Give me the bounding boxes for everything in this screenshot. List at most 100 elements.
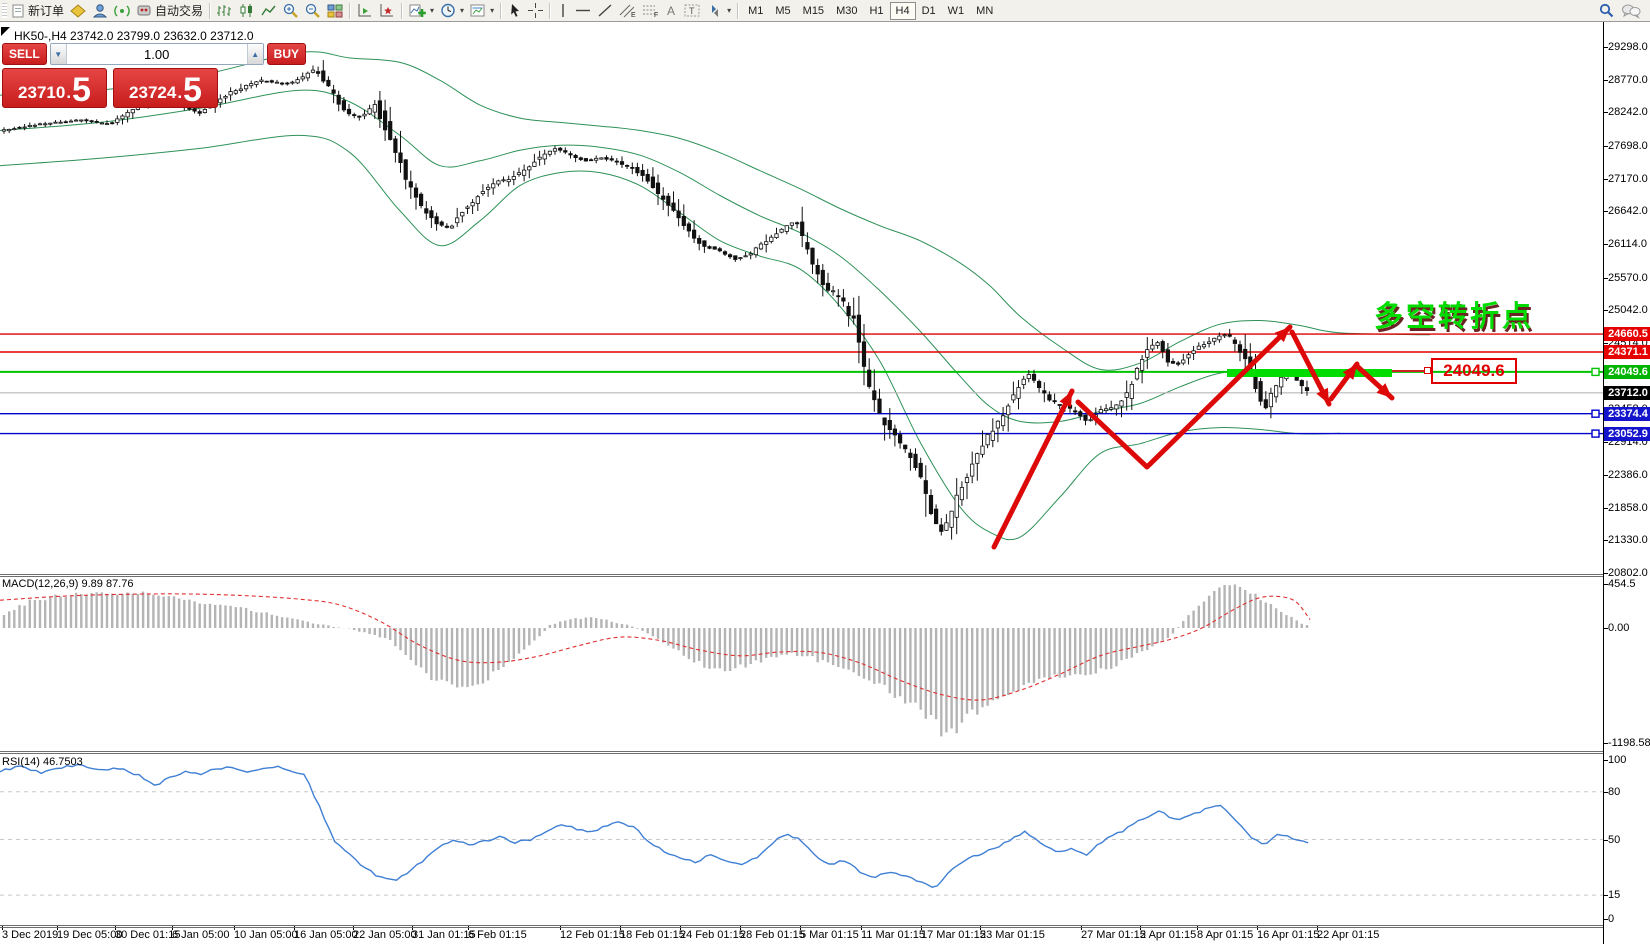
candle-body [857, 315, 860, 342]
level-endpoint-marker[interactable] [1592, 430, 1599, 437]
candle-body [131, 110, 134, 113]
crosshair-button[interactable] [525, 1, 546, 20]
candle-body [461, 212, 464, 216]
bars-chart-button[interactable] [214, 1, 236, 20]
candlestick-chart-icon [239, 3, 255, 18]
buy-price-display[interactable]: 23724.5 [113, 68, 218, 108]
tf-m30-button[interactable]: M30 [830, 2, 863, 20]
main-chart-pane[interactable] [0, 26, 1604, 574]
pane-separator[interactable] [0, 576, 1604, 577]
price-axis-label: 28242.0 [1608, 106, 1650, 118]
level-endpoint-marker[interactable] [1592, 410, 1599, 417]
chat-icon [1621, 3, 1641, 19]
candlestick-chart-button[interactable] [236, 1, 258, 20]
search-button[interactable] [1595, 1, 1618, 20]
price-axis-label: 21330.0 [1608, 534, 1650, 546]
level-endpoint-marker[interactable] [1592, 368, 1599, 375]
candle-body [270, 81, 273, 82]
cursor-button[interactable] [505, 1, 525, 20]
chart-corner-arrow-icon [1, 27, 10, 36]
tf-mn-button[interactable]: MN [970, 2, 999, 20]
toolbar: 新订单 自动交易 ▾ ▾ [0, 0, 1650, 22]
channel-button[interactable]: E [616, 1, 639, 20]
candle-body [476, 197, 479, 204]
text-label-button[interactable]: T [681, 1, 704, 20]
zoom-in-button[interactable] [280, 1, 302, 20]
templates-icon [470, 3, 486, 18]
trend-arrow-line[interactable] [1078, 327, 1290, 467]
candle-body [765, 242, 768, 245]
chat-button[interactable] [1618, 1, 1644, 20]
volume-decrease-button[interactable]: ▼ [51, 44, 67, 64]
candle-body [1244, 349, 1247, 358]
tile-windows-button[interactable] [324, 1, 346, 20]
candle-body [1110, 408, 1113, 410]
tf-m5-button[interactable]: M5 [769, 2, 796, 20]
vertical-line-button[interactable] [554, 1, 572, 20]
chart-shift-button[interactable] [354, 1, 376, 20]
candle-body [1305, 388, 1308, 391]
trendline-button[interactable] [594, 1, 616, 20]
tf-m15-button[interactable]: M15 [797, 2, 830, 20]
line-chart-button[interactable] [258, 1, 280, 20]
search-icon [1598, 3, 1615, 19]
candle-body [311, 70, 314, 72]
periods-button[interactable]: ▾ [437, 1, 467, 20]
volume-increase-button[interactable]: ▲ [247, 44, 263, 64]
candle-body [1207, 342, 1210, 344]
fibonacci-button[interactable]: F [639, 1, 662, 20]
sell-button[interactable]: SELL [2, 43, 47, 65]
macd-axis-label: 0.00 [1608, 622, 1650, 634]
new-order-button[interactable]: 新订单 [9, 1, 67, 20]
tf-w1-button[interactable]: W1 [942, 2, 971, 20]
price-axis-label: 25570.0 [1608, 272, 1650, 284]
signal-button[interactable] [111, 1, 133, 20]
tf-m1-button[interactable]: M1 [742, 2, 769, 20]
pane-separator[interactable] [0, 574, 1604, 575]
candle-body [306, 73, 309, 78]
chart-autoscroll-button[interactable] [376, 1, 398, 20]
price-note-box[interactable]: 24049.6 [1431, 358, 1517, 384]
tf-d1-button[interactable]: D1 [916, 2, 942, 20]
buy-button[interactable]: BUY [267, 43, 306, 65]
toolbar-grip[interactable] [2, 3, 7, 18]
turning-point-annotation[interactable]: 多空转折点 [1374, 293, 1534, 335]
chart-autoscroll-icon [379, 3, 395, 18]
macd-pane[interactable] [0, 577, 1604, 751]
candle-body [1022, 379, 1025, 384]
volume-input[interactable] [67, 44, 247, 64]
autotrade-button[interactable]: 自动交易 [133, 1, 206, 20]
bars-chart-icon [217, 3, 233, 18]
rsi-line [0, 765, 1308, 888]
candle-body [631, 167, 634, 168]
candle-body [754, 248, 757, 255]
candle-body [440, 222, 443, 225]
profile-button[interactable] [89, 1, 111, 20]
candle-body [389, 122, 392, 140]
indicators-add-button[interactable]: ▾ [406, 1, 437, 20]
text-button[interactable]: A [662, 1, 681, 20]
pane-separator[interactable] [0, 751, 1604, 752]
templates-button[interactable]: ▾ [467, 1, 497, 20]
favorites-button[interactable] [67, 1, 89, 20]
candle-body [600, 158, 603, 159]
candle-body [790, 223, 793, 225]
candle-body [687, 224, 690, 231]
tf-h1-button[interactable]: H1 [863, 2, 889, 20]
arrows-button[interactable]: ▾ [704, 1, 734, 20]
price-note-handle[interactable] [1424, 367, 1431, 374]
candle-body [1274, 386, 1277, 397]
candle-body [419, 194, 422, 205]
pane-separator[interactable] [0, 753, 1604, 754]
price-tag: 23374.4 [1604, 407, 1650, 421]
channel-icon: E [619, 3, 636, 18]
sell-price-display[interactable]: 23710.5 [2, 68, 107, 108]
price-axis-label: 28770.0 [1608, 74, 1650, 86]
price-axis-label: 29298.0 [1608, 41, 1650, 53]
tf-h4-button[interactable]: H4 [890, 2, 916, 20]
candle-body [564, 151, 567, 153]
zoom-out-button[interactable] [302, 1, 324, 20]
candle-body [698, 238, 701, 243]
rsi-pane[interactable] [0, 754, 1604, 925]
horizontal-line-button[interactable] [572, 1, 594, 20]
